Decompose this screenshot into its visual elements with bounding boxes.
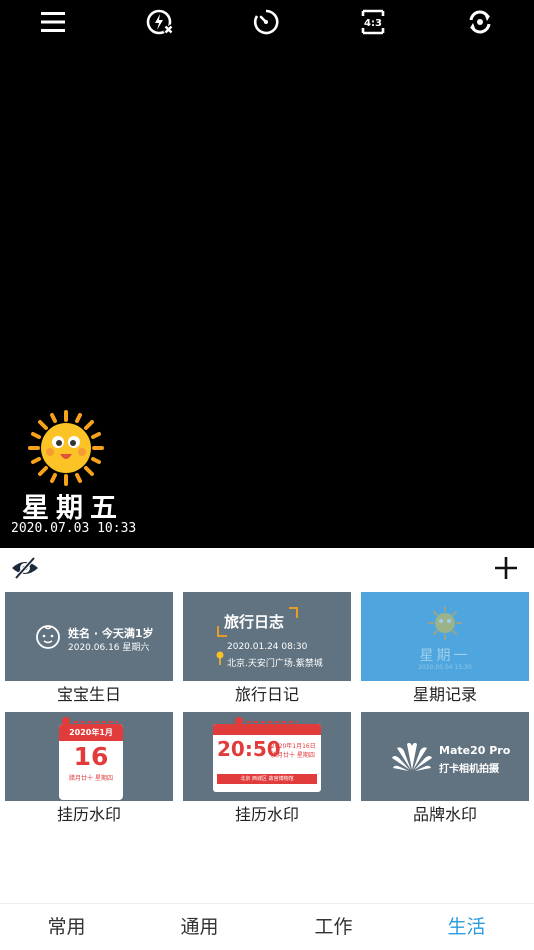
svg-text:4:3: 4:3 [364,18,382,29]
tab-general[interactable]: 通用 [133,904,266,950]
template-line2: 北京.天安门广场.紫禁城 [227,659,323,669]
template-baby-birthday[interactable]: 姓名 · 今天满1岁 2020.06.16 星期六 宝宝生日 [5,592,173,706]
template-travel-diary[interactable]: 旅行日志 2020.01.24 08:30 北京.天安门广场.紫禁城 旅行日记 [183,592,351,706]
brand-logo-icon [392,742,432,771]
template-thumbnail: 2020年1月 16 腊月廿十 星期四 [5,712,173,801]
location-pin-icon [216,651,224,665]
template-line2: 2020.05.04 15:30 [418,664,472,671]
flash-off-icon [146,9,174,35]
template-label: 品牌水印 [412,805,477,824]
calendar-lunar: 腊月廿十 星期四 [69,775,113,782]
template-line1: Mate20 Pro [439,744,511,757]
panel-toolbar [0,548,534,588]
template-label: 挂历水印 [234,805,299,824]
template-thumbnail: Mate20 Pro 打卡相机拍摄 [361,712,529,801]
calendar-location: 北京 西城区 故宫博物馆 [217,774,317,784]
aspect-ratio-button[interactable]: 4:3 [355,4,391,40]
flash-button[interactable] [142,4,178,40]
template-thumbnail: 20:50 2020年1月16日 腊月廿十 星期四 北京 西城区 故宫博物馆 [183,712,351,801]
template-line1: 姓名 · 今天满1岁 [68,627,154,640]
template-calendar-watermark-2[interactable]: 20:50 2020年1月16日 腊月廿十 星期四 北京 西城区 故宫博物馆 挂… [183,712,351,826]
camera-toolbar: 4:3 [0,0,534,44]
template-label: 星期记录 [412,685,477,704]
tab-work[interactable]: 工作 [267,904,400,950]
template-title: 旅行日志 [224,613,285,631]
template-line1: 2020.01.24 08:30 [227,642,308,652]
calendar-page: 2020年1月 16 腊月廿十 星期四 [59,724,123,800]
watermark-panel: 姓名 · 今天满1岁 2020.06.16 星期六 宝宝生日 旅行日志 2020… [0,548,534,903]
template-weekday-record[interactable]: 星期一 2020.05.04 15:30 星期记录 [361,592,529,706]
template-line2: 打卡相机拍摄 [439,764,499,775]
template-label: 挂历水印 [56,805,121,824]
switch-camera-button[interactable] [462,4,498,40]
template-line2: 2020.06.16 星期六 [68,643,150,653]
sun-icon [28,410,104,486]
template-label: 宝宝生日 [56,685,121,704]
baby-face-icon [36,625,60,649]
template-thumbnail: 星期一 2020.05.04 15:30 [361,592,529,681]
template-thumbnail: 姓名 · 今天满1岁 2020.06.16 星期六 [5,592,173,681]
plus-icon[interactable] [492,554,520,582]
switch-camera-icon [469,10,491,34]
tab-life[interactable]: 生活 [400,904,533,950]
camera-viewfinder[interactable]: 4:3 星期五 2020.07.03 10:33 [0,0,534,548]
calendar-lunar: 腊月廿十 星期四 [271,752,315,759]
template-label: 旅行日记 [234,685,299,704]
calendar-date: 16 [73,742,109,771]
hide-eye-icon[interactable] [10,556,40,580]
calendar-page: 20:50 2020年1月16日 腊月廿十 星期四 北京 西城区 故宫博物馆 [213,724,321,792]
aspect-ratio-icon: 4:3 [361,9,385,35]
watermark-day: 星期五 [22,493,124,524]
template-thumbnail: 旅行日志 2020.01.24 08:30 北京.天安门广场.紫禁城 [183,592,351,681]
menu-button[interactable] [35,4,71,40]
template-day: 星期一 [419,648,471,664]
tab-common[interactable]: 常用 [0,904,133,950]
menu-icon [41,12,65,32]
calendar-month: 2020年1月 [59,724,123,741]
template-brand-watermark[interactable]: Mate20 Pro 打卡相机拍摄 品牌水印 [361,712,529,826]
timer-button[interactable] [248,4,284,40]
category-tabbar: 常用 通用 工作 生活 [0,903,534,950]
watermark-datetime: 2020.07.03 10:33 [11,521,137,536]
template-calendar-watermark[interactable]: 2020年1月 16 腊月廿十 星期四 挂历水印 [5,712,173,826]
calendar-header [213,724,321,735]
sun-icon [428,606,462,640]
timer-icon [253,9,279,35]
calendar-date: 2020年1月16日 [271,743,316,750]
